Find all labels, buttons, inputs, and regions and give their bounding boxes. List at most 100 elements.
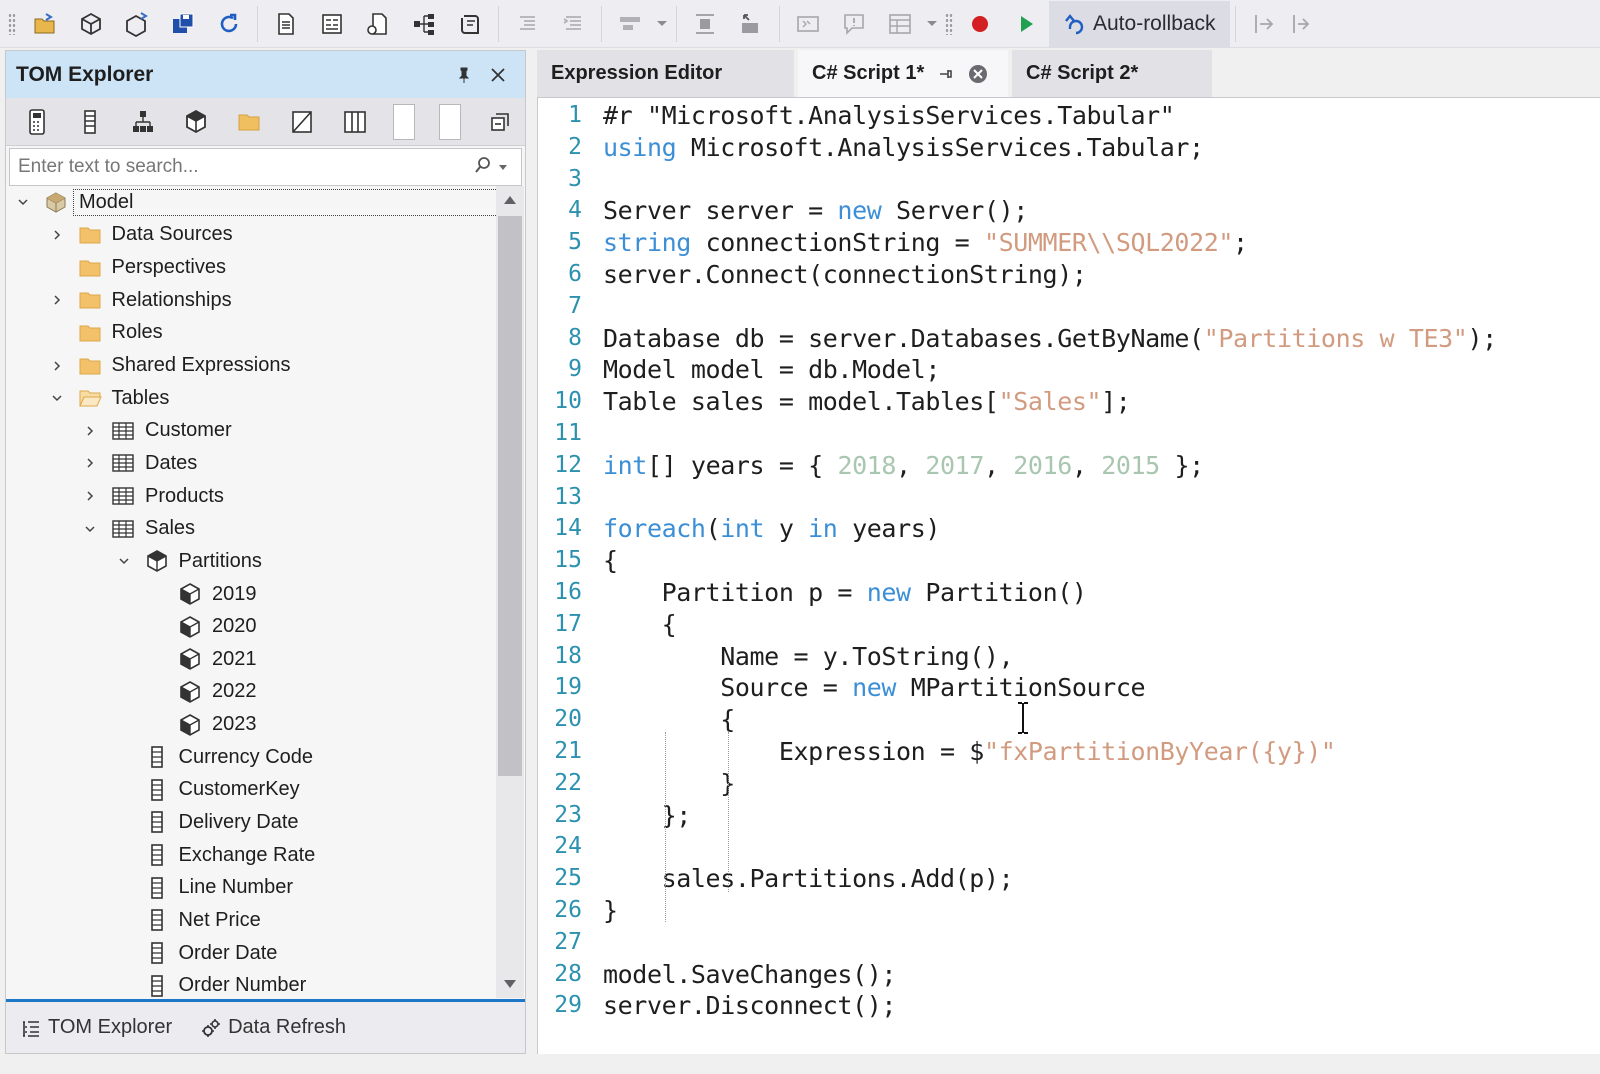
calculator-icon[interactable] [10,100,63,144]
message-icon[interactable] [831,4,877,44]
tab-data-refresh[interactable]: Data Refresh [186,1002,360,1053]
move-icon[interactable] [728,4,774,44]
tree-item[interactable]: Model [6,186,525,219]
align-icon[interactable] [682,4,728,44]
code-line[interactable]: Partition p = new Partition() [603,577,1087,609]
tree-item[interactable]: Customer [6,414,496,447]
column-view-icon[interactable] [63,100,116,144]
form-icon[interactable] [309,4,355,44]
tree-item[interactable]: Shared Expressions [6,349,496,382]
chevron-down-icon[interactable] [115,552,133,570]
grid-icon[interactable] [877,4,923,44]
search-input[interactable] [18,156,473,178]
tree-item[interactable]: CustomerKey [6,774,496,807]
code-line[interactable]: int[] years = { 2018, 2017, 2016, 2015 }… [603,450,1204,482]
tree-item[interactable]: 2023 [6,708,496,741]
code-line[interactable]: { [603,609,677,641]
indent-icon[interactable] [504,4,550,44]
hierarchy-icon[interactable] [401,4,447,44]
script-icon[interactable] [355,4,401,44]
tree-item[interactable]: Net Price [6,904,496,937]
hierarchy-view-icon[interactable] [116,100,169,144]
pin-icon[interactable] [938,66,954,82]
tab-tom-explorer[interactable]: TOM Explorer [6,1002,186,1053]
scroll-up-arrow[interactable] [504,196,516,204]
chevron-down-icon[interactable] [81,520,99,538]
code-line[interactable]: Source = new MPartitionSource [603,672,1145,704]
tree-item[interactable]: Dates [6,447,496,480]
format-icon[interactable] [607,4,653,44]
filter-box-2[interactable] [427,100,473,144]
run-icon[interactable] [1003,4,1049,44]
auto-rollback-button[interactable]: Auto-rollback [1049,0,1230,47]
filter-box-1[interactable] [381,100,427,144]
code-line[interactable]: foreach(int y in years) [603,513,940,545]
tree-item[interactable]: 2022 [6,676,496,709]
code-line[interactable]: } [603,768,735,800]
tree-item[interactable]: Perspectives [6,251,496,284]
tree-item[interactable]: Products [6,480,496,513]
textbox-icon[interactable] [785,4,831,44]
chevron-right-icon[interactable] [81,422,99,440]
tree-item[interactable]: Delivery Date [6,806,496,839]
code-line[interactable]: string connectionString = "SUMMER\\SQL20… [603,227,1248,259]
toolbar-grip[interactable] [8,12,16,35]
close-tab-icon[interactable] [968,64,988,84]
tree-item[interactable]: Sales [6,512,496,545]
code-line[interactable]: } [603,895,618,927]
document-icon[interactable] [263,4,309,44]
code-line[interactable]: Server server = new Server(); [603,195,1028,227]
collapse-all-icon[interactable] [473,100,526,144]
tree-item[interactable]: 2019 [6,578,496,611]
step-into-icon[interactable] [1241,4,1287,44]
code-line[interactable]: Name = y.ToString(), [603,641,1013,673]
deploy-icon[interactable] [114,4,160,44]
tab-csharp-script-2[interactable]: C# Script 2* [1012,50,1212,97]
step-over-icon[interactable] [1287,4,1317,44]
tab-csharp-script-1[interactable]: C# Script 1* [798,50,1008,97]
tree-scrollbar[interactable] [496,186,524,998]
code-line[interactable]: Database db = server.Databases.GetByName… [603,323,1497,355]
code-line[interactable]: { [603,545,618,577]
tree-item[interactable]: Relationships [6,284,496,317]
open-icon[interactable] [22,4,68,44]
code-line[interactable]: }; [603,800,692,832]
code-line[interactable]: server.Disconnect(); [603,990,896,1022]
tree-item[interactable]: 2020 [6,610,496,643]
chevron-right-icon[interactable] [48,226,66,244]
close-icon[interactable] [481,58,515,92]
folder-view-icon[interactable] [222,100,275,144]
format-dropdown[interactable] [653,4,671,44]
hidden-toggle-icon[interactable] [275,100,328,144]
tree-item[interactable]: Roles [6,317,496,350]
scroll-thumb[interactable] [498,216,522,776]
chevron-down-icon[interactable] [14,193,32,211]
tree-item[interactable]: Currency Code [6,741,496,774]
toolbar-grip[interactable] [945,12,953,35]
search-options-dropdown[interactable] [493,157,513,177]
record-icon[interactable] [957,4,1003,44]
chevron-down-icon[interactable] [48,389,66,407]
scroll-down-arrow[interactable] [504,980,516,988]
save-icon[interactable] [160,4,206,44]
tree-item[interactable]: 2021 [6,643,496,676]
code-line[interactable]: model.SaveChanges(); [603,959,896,991]
code-line[interactable]: using Microsoft.AnalysisServices.Tabular… [603,132,1204,164]
tree-item[interactable]: Exchange Rate [6,839,496,872]
tree-item[interactable]: Line Number [6,871,496,904]
tree-item[interactable]: Partitions [6,545,496,578]
refresh-icon[interactable] [206,4,252,44]
undo-icon[interactable] [447,4,493,44]
tree-item[interactable]: Order Number [6,969,496,998]
partition-view-icon[interactable] [169,100,222,144]
tree-item[interactable]: Tables [6,382,496,415]
code-editor[interactable]: 1 2 3 4 5 6 7 8 9 10 11 12 13 14 15 16 17 18 19 20 21 22 23 24 2… [537,97,1600,1054]
chevron-right-icon[interactable] [81,487,99,505]
chevron-right-icon[interactable] [48,357,66,375]
tree-item[interactable]: Order Date [6,937,496,970]
search-icon[interactable] [473,155,493,180]
code-line[interactable]: Expression = $"fxPartitionByYear({y})" [603,736,1336,768]
tab-expression-editor[interactable]: Expression Editor [537,50,794,97]
model-icon[interactable] [68,4,114,44]
code-line[interactable]: { [603,704,735,736]
